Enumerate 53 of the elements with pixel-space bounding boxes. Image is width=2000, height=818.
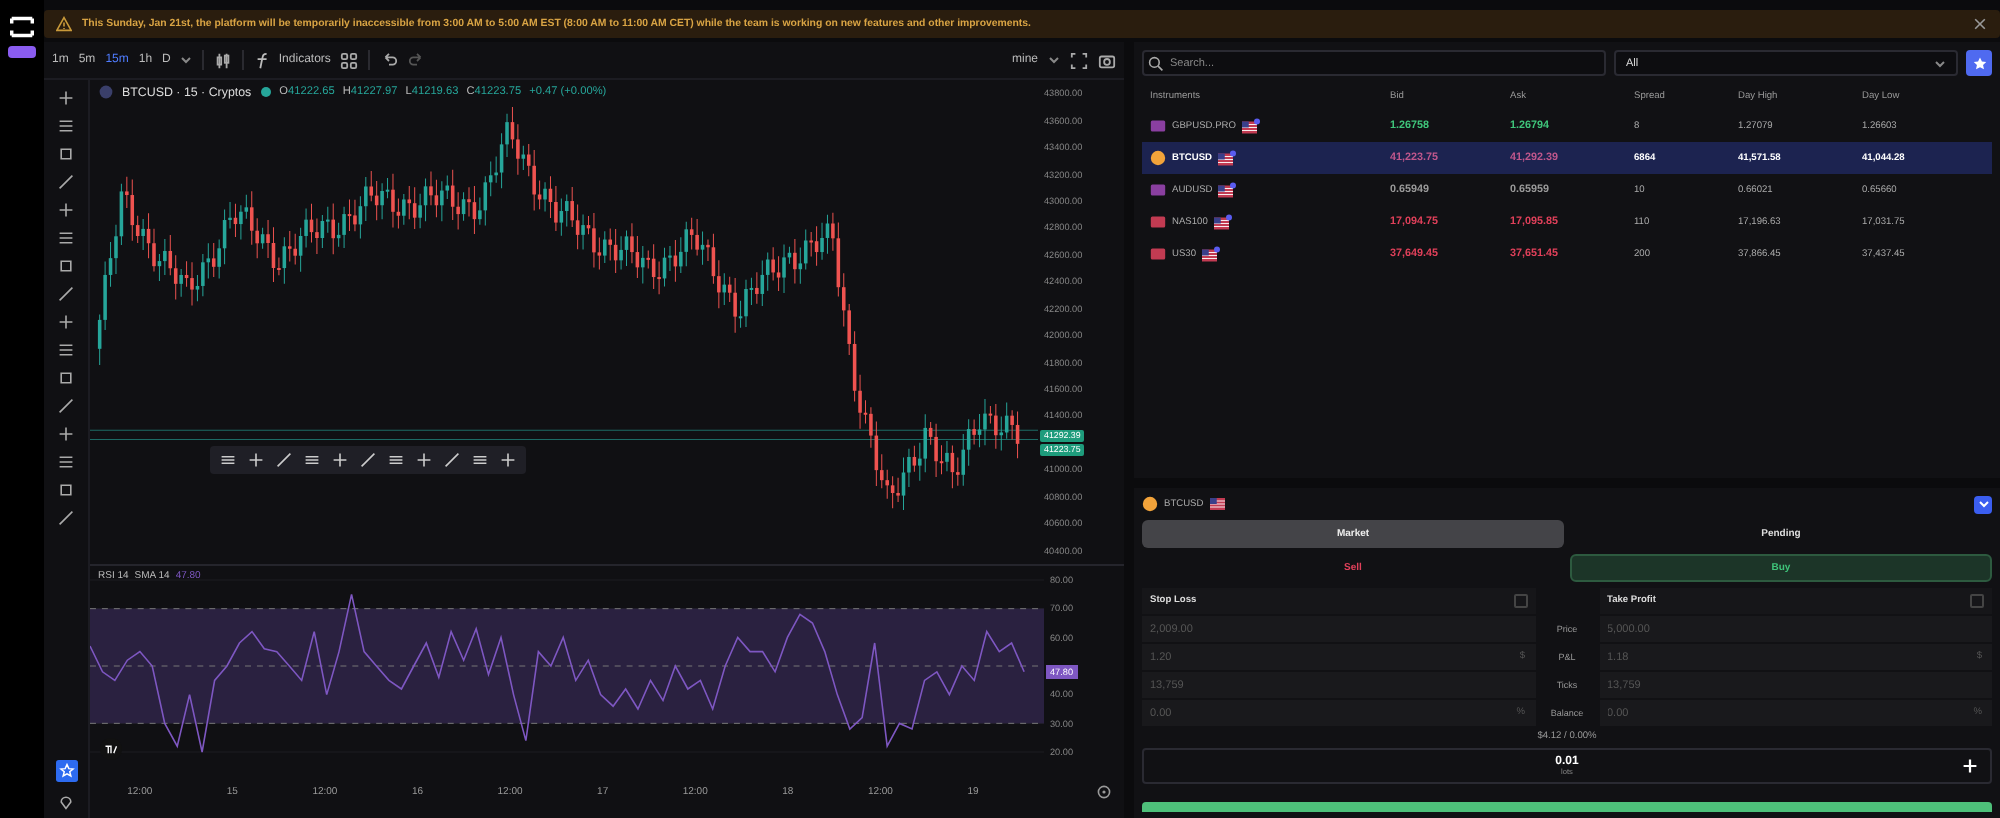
caret-icon[interactable]	[180, 54, 193, 66]
redo-icon[interactable]	[408, 51, 427, 69]
grid-icon[interactable]	[340, 51, 359, 69]
drawing-tool-icon[interactable]	[360, 452, 376, 468]
drawing-tool-icon[interactable]	[58, 202, 74, 218]
logo-icon	[10, 16, 34, 38]
function-icon	[254, 51, 273, 69]
drawing-tool-icon[interactable]	[444, 452, 460, 468]
caret-icon	[1934, 57, 1946, 69]
take-profit-checkbox[interactable]	[1970, 594, 1984, 608]
drawing-tool-icon[interactable]	[220, 452, 236, 468]
drawing-tool-icon[interactable]	[500, 452, 516, 468]
symbol-icon	[98, 84, 114, 100]
caret-icon[interactable]	[1048, 54, 1060, 66]
candles-icon[interactable]	[214, 51, 233, 69]
settings-icon[interactable]	[1096, 784, 1112, 800]
drawing-tool-icon[interactable]	[58, 342, 74, 358]
drawing-tool-icon[interactable]	[388, 452, 404, 468]
status-dot-icon	[259, 86, 272, 98]
flag-icon	[1218, 150, 1236, 166]
star-icon	[1971, 55, 1987, 71]
drawing-tool-icon[interactable]	[332, 452, 348, 468]
chevron-icon	[1977, 498, 1989, 510]
drawing-tool-icon[interactable]	[416, 452, 432, 468]
camera-icon[interactable]	[1098, 51, 1116, 69]
favorites-button[interactable]	[1966, 50, 1992, 76]
drawing-tool-icon[interactable]	[58, 426, 74, 442]
pin-icon[interactable]	[58, 794, 74, 810]
collapse-button[interactable]	[1974, 495, 1992, 513]
drawing-tool-icon[interactable]	[276, 452, 292, 468]
drawing-tool-icon[interactable]	[58, 90, 74, 106]
drawing-tool-icon[interactable]	[304, 452, 320, 468]
flag-icon	[1213, 214, 1232, 230]
drawing-tool-icon[interactable]	[58, 314, 74, 330]
stop-loss-checkbox[interactable]	[1513, 594, 1527, 608]
drawing-tool-icon[interactable]	[58, 118, 74, 134]
account-badge[interactable]	[8, 46, 36, 58]
search-icon	[1148, 55, 1164, 71]
star-icon[interactable]	[55, 760, 77, 782]
drawing-tool-icon[interactable]	[248, 452, 264, 468]
drawing-tool-icon[interactable]	[58, 230, 74, 246]
close-icon[interactable]	[1972, 16, 1988, 32]
undo-icon[interactable]	[380, 51, 399, 69]
plus-icon[interactable]	[1962, 758, 1978, 774]
flag-icon	[1242, 118, 1260, 134]
warning-icon	[56, 16, 72, 32]
flag-icon	[1209, 496, 1228, 512]
fullscreen-icon[interactable]	[1070, 51, 1088, 69]
flag-icon	[1218, 182, 1237, 198]
drawing-tool-icon[interactable]	[472, 452, 488, 468]
drawing-tool-icon[interactable]	[58, 454, 74, 470]
bitcoin-icon	[1142, 496, 1158, 512]
flag-icon	[1202, 246, 1220, 262]
